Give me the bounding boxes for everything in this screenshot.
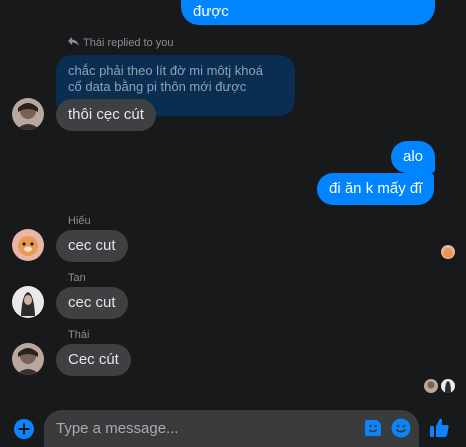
sender-name: Thái bbox=[68, 329, 90, 341]
sticker-icon[interactable] bbox=[364, 419, 382, 442]
message-bubble-outgoing[interactable]: alo bbox=[391, 141, 436, 173]
message-input[interactable]: Type a message... bbox=[44, 410, 419, 447]
message-bubble-incoming[interactable]: thôi cẹc cút bbox=[56, 99, 156, 131]
avatar-tan[interactable] bbox=[12, 286, 44, 318]
quoted-line: chắc phải theo lít đờ mi môtj khoá bbox=[68, 63, 263, 78]
emoji-icon[interactable] bbox=[391, 418, 411, 443]
message-text: cec cut bbox=[68, 294, 116, 311]
message-input-placeholder: Type a message... bbox=[56, 420, 179, 437]
message-text: alo bbox=[403, 148, 424, 165]
seen-avatar-hieu bbox=[441, 245, 455, 259]
message-text: cec cut bbox=[68, 237, 116, 254]
message-bubble-outgoing[interactable]: được bbox=[181, 0, 435, 25]
add-circle-icon[interactable] bbox=[13, 418, 35, 445]
seen-avatar-thai bbox=[424, 379, 438, 393]
sender-name: Hiếu bbox=[68, 215, 91, 227]
message-bubble-outgoing[interactable]: đi ăn k mấy đĩ bbox=[317, 173, 435, 205]
message-text: Cec cút bbox=[68, 351, 119, 368]
avatar-thai[interactable] bbox=[12, 98, 44, 130]
avatar-hieu[interactable] bbox=[12, 229, 44, 261]
quoted-line: cổ data bằng pi thôn mới được bbox=[68, 79, 247, 94]
message-text: đi ăn k mấy đĩ bbox=[329, 180, 423, 197]
message-bubble-incoming[interactable]: cec cut bbox=[56, 230, 128, 262]
message-text: được bbox=[193, 3, 229, 20]
message-bubble-incoming[interactable]: Cec cút bbox=[56, 344, 131, 376]
seen-avatar-tan bbox=[441, 379, 455, 393]
reply-header-text: Thái replied to you bbox=[83, 37, 174, 49]
thumbs-up-icon[interactable] bbox=[429, 417, 450, 443]
reply-icon bbox=[68, 37, 79, 49]
avatar-thai[interactable] bbox=[12, 343, 44, 375]
message-text: thôi cẹc cút bbox=[68, 106, 144, 123]
sender-name: Tan bbox=[68, 272, 86, 284]
message-bubble-incoming[interactable]: cec cut bbox=[56, 287, 128, 319]
reply-header: Thái replied to you bbox=[68, 37, 174, 49]
